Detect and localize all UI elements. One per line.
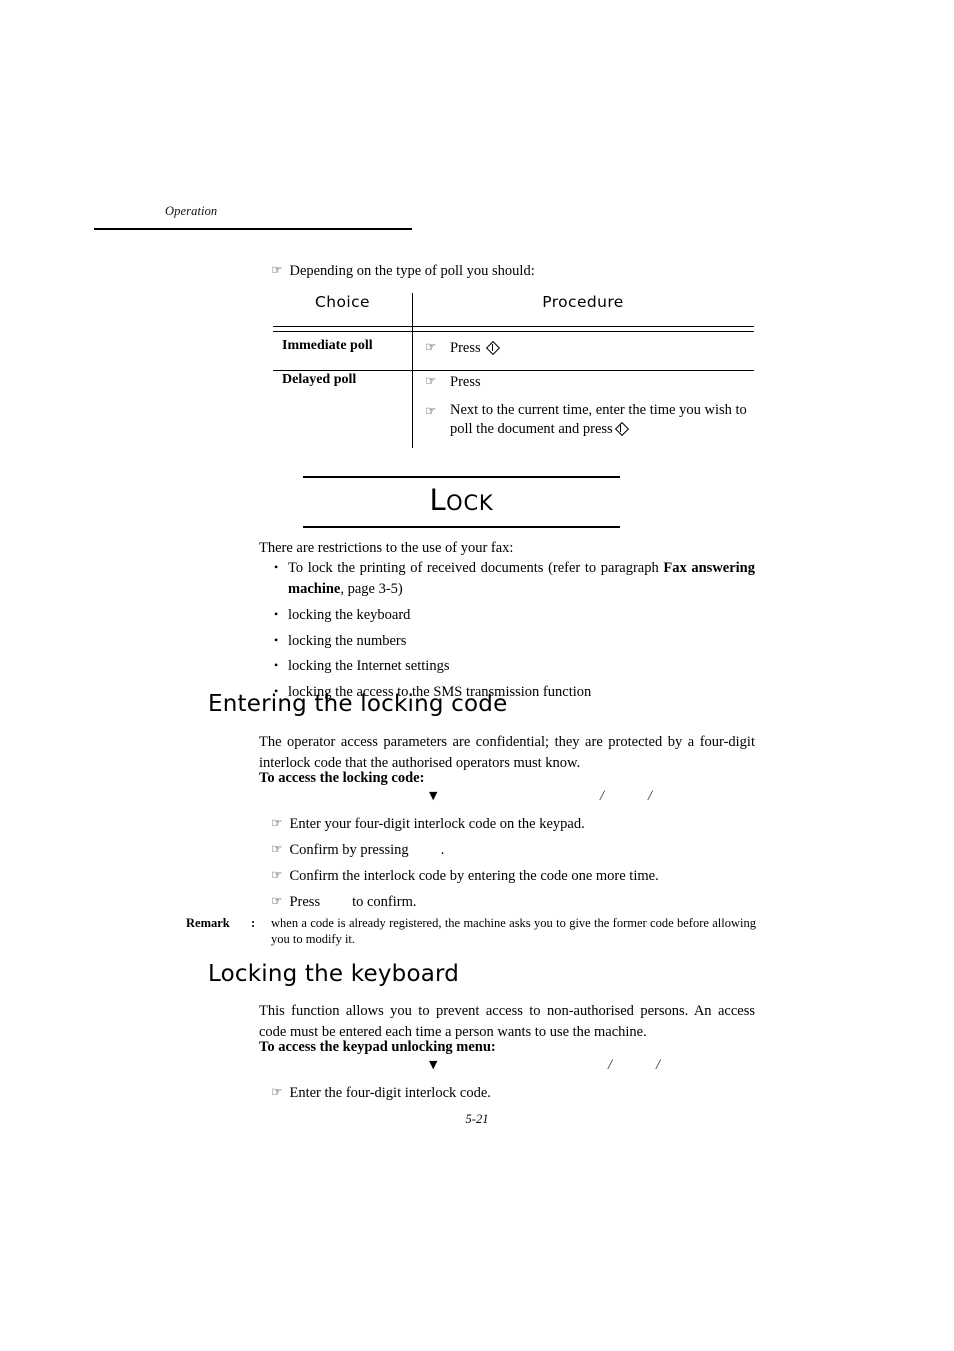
down-triangle-icon: ▼ bbox=[429, 1058, 438, 1071]
list-item: locking the numbers bbox=[273, 630, 755, 652]
pointing-hand-icon: ☞ bbox=[271, 867, 283, 882]
table-header-procedure: Procedure bbox=[542, 293, 624, 311]
list-item-pre: locking the numbers bbox=[288, 632, 407, 649]
lock-intro-text: There are restrictions to the use of you… bbox=[259, 540, 514, 556]
pointing-hand-icon: ☞ bbox=[271, 815, 283, 830]
step-text: Enter your four-digit interlock code on … bbox=[289, 816, 585, 832]
page-number: 5-21 bbox=[465, 1112, 489, 1126]
pointing-hand-icon: ☞ bbox=[271, 893, 283, 908]
chapter-title-rest: OCK bbox=[446, 491, 494, 515]
entering-code-paragraph: The operator access parameters are confi… bbox=[259, 734, 755, 771]
step-text: Confirm by pressing bbox=[289, 842, 409, 858]
step-line: ☞ Enter your four-digit interlock code o… bbox=[271, 813, 585, 834]
pointing-hand-icon: ☞ bbox=[271, 262, 283, 277]
locking-keyboard-paragraph: This function allows you to prevent acce… bbox=[259, 1003, 755, 1040]
list-item-post: , page 3-5) bbox=[340, 580, 403, 597]
step-line: ☞ Confirm the interlock code by entering… bbox=[271, 865, 659, 886]
procedure-step-text-inner: Next to the current time, enter the time… bbox=[450, 402, 747, 437]
document-page: Operation ☞ Depending on the type of pol… bbox=[0, 0, 954, 1351]
step-line: ☞ Confirm by pressing. bbox=[271, 839, 444, 860]
pointing-hand-icon: ☞ bbox=[425, 339, 437, 354]
table-header-rule bbox=[273, 326, 754, 332]
step-line: ☞ Enter the four-digit interlock code. bbox=[271, 1082, 491, 1103]
list-item: locking the keyboard bbox=[273, 604, 755, 626]
menu-path-locking-keyboard: ▼ / / bbox=[259, 1055, 755, 1075]
menu-path-separator: / bbox=[656, 1057, 661, 1073]
step-line: ☞ Press to confirm. bbox=[271, 891, 417, 912]
table-cell-choice: Delayed poll bbox=[282, 372, 357, 387]
down-triangle-icon: ▼ bbox=[429, 789, 438, 802]
section-heading-locking-the-keyboard: Locking the keyboard bbox=[208, 961, 460, 987]
procedure-step: ☞ Press bbox=[425, 337, 501, 358]
chapter-title: LOCK bbox=[303, 478, 620, 526]
lead-in-line: ☞ Depending on the type of poll you shou… bbox=[271, 262, 535, 280]
table-cell-procedure: ☞ Press bbox=[425, 337, 501, 367]
menu-path-entering-code: ▼ / / bbox=[259, 786, 755, 806]
procedure-step-text: Press bbox=[450, 340, 481, 356]
pointing-hand-icon: ☞ bbox=[271, 841, 283, 856]
header-rule bbox=[94, 228, 412, 230]
remark-label: Remark bbox=[186, 916, 230, 930]
list-item-pre: To lock the printing of received documen… bbox=[288, 560, 664, 576]
list-item: To lock the printing of received documen… bbox=[273, 557, 755, 599]
menu-path-separator: / bbox=[608, 1057, 613, 1073]
pointing-hand-icon: ☞ bbox=[425, 373, 437, 388]
chapter-rule-bottom bbox=[303, 526, 620, 528]
procedure-step-text: Next to the current time, enter the time… bbox=[425, 401, 754, 439]
remark-text: when a code is already registered, the m… bbox=[271, 916, 756, 946]
lead-in-text: Depending on the type of poll you should… bbox=[289, 263, 535, 279]
list-item-pre: locking the keyboard bbox=[288, 607, 411, 623]
table-cell-choice: Immediate poll bbox=[282, 338, 373, 353]
menu-path-separator: / bbox=[648, 788, 653, 804]
remark-colon: : bbox=[251, 916, 256, 930]
step-text: Enter the four-digit interlock code. bbox=[289, 1085, 491, 1101]
list-item-pre: locking the Internet settings bbox=[288, 658, 450, 674]
step-text-after: . bbox=[440, 842, 445, 858]
table-header-row: Choice Procedure bbox=[273, 293, 754, 325]
list-item: locking the Internet settings bbox=[273, 655, 755, 677]
procedure-step: ☞ Next to the current time, enter the ti… bbox=[425, 401, 754, 439]
chapter-title-initial: L bbox=[429, 483, 447, 517]
step-text: Confirm the interlock code by entering t… bbox=[289, 868, 659, 884]
table-cell-procedure: ☞ Press ☞ Next to the current time, enter… bbox=[425, 371, 754, 448]
running-header: Operation bbox=[165, 204, 218, 218]
diamond-key-icon bbox=[486, 341, 499, 354]
pointing-hand-icon: ☞ bbox=[271, 1084, 283, 1099]
poll-table: Choice Procedure Immediate poll ☞ Press D… bbox=[273, 293, 754, 448]
table-header-choice: Choice bbox=[315, 293, 370, 311]
menu-path-separator: / bbox=[600, 788, 605, 804]
step-text: Press bbox=[289, 894, 321, 910]
step-text-after: to confirm. bbox=[352, 894, 417, 910]
section-heading-entering-locking-code: Entering the locking code bbox=[208, 691, 508, 717]
chapter-heading-block: LOCK bbox=[303, 476, 620, 528]
diamond-key-icon bbox=[615, 422, 628, 435]
lock-restrictions-list: To lock the printing of received documen… bbox=[273, 557, 755, 707]
procedure-step-text: Press bbox=[450, 374, 481, 390]
pointing-hand-icon: ☞ bbox=[425, 403, 437, 418]
procedure-step: ☞ Press bbox=[425, 371, 754, 392]
